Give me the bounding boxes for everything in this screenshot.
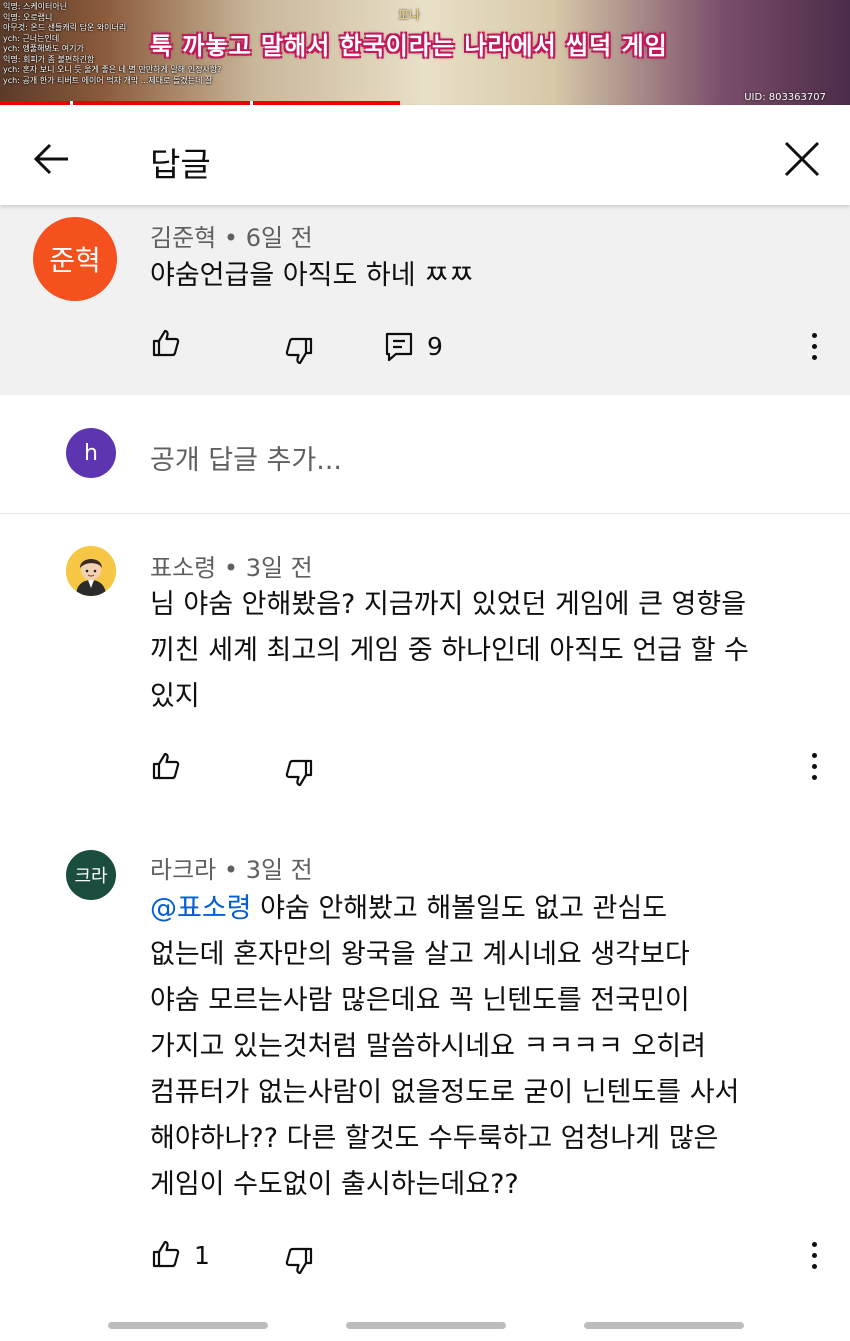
more-options-button[interactable] [810,1242,818,1272]
reply-input[interactable]: 공개 답글 추가... [150,438,342,477]
comment-line-text: 야숨 안해봤고 해볼일도 없고 관심도 [251,893,668,924]
avatar[interactable]: 준혁 [33,217,117,301]
thumbs-down-icon [285,337,313,365]
avatar[interactable] [66,546,116,596]
meta-separator: • [223,856,246,884]
more-vert-icon [811,753,817,758]
replies-button[interactable] [384,331,414,367]
cartoon-avatar-icon [66,546,116,596]
more-options-button[interactable] [810,753,818,783]
more-vert-icon [811,1242,817,1247]
like-button[interactable] [150,327,182,363]
dot [811,1253,817,1258]
comment-line: @표소령 야숨 안해봤고 해볼일도 없고 관심도 [150,886,739,932]
comment-text: @표소령 야숨 안해봤고 해볼일도 없고 관심도 없는데 혼자만의 왕국을 살고… [150,886,739,1208]
video-player[interactable]: 익명: 스케이터아닌 익명: 오로랩니 아무것: 온드 샌들캐릭 담운 와이너리… [0,0,850,105]
dislike-button[interactable] [283,757,315,793]
replies-header: 답글 [0,105,850,205]
comment-meta: 라크라 • 3일 전 [150,850,313,885]
chat-line: ych: 근너는인데 [3,33,60,43]
live-chat-overlay: 익명: 스케이터아닌 익명: 오로랩니 아무것: 온드 샌들캐릭 담운 와이너리… [0,0,221,105]
dislike-button[interactable] [283,1245,315,1281]
comment-author[interactable]: 김준혁 [150,224,216,252]
chat-line: ych: 공개 한가 티버트 에이어 먹자 개막 ...제대로 돌겠는데 잘 [3,75,213,85]
back-button[interactable] [30,137,74,181]
dot [811,355,817,360]
chat-line: ych: 혼자 보니 오니 듯 울게 좋은 네 별 만만하게 말해 인정사항? [3,65,222,74]
comment-age[interactable]: 3일 전 [246,856,313,884]
chat-line: 아무것: 온드 샌들캐릭 담운 와이너리 [3,23,127,32]
comment-age[interactable]: 6일 전 [246,224,313,252]
comment-author[interactable]: 표소령 [150,554,216,582]
user-mention-link[interactable]: @표소령 [150,893,252,924]
dot [811,764,817,769]
comment-icon [385,332,413,362]
video-subtitle: 툭 까놓고 말해서 한국이라는 나라에서 씹덕 게임 [150,32,668,60]
comment-author[interactable]: 라크라 [150,856,216,884]
meta-separator: • [223,554,246,582]
comment-line: 님 야숨 안해봤음? 지금까지 있었던 게임에 큰 영향을 [150,589,747,620]
comment-line: 게임이 수도없이 출시하는데요?? [150,1169,519,1200]
more-options-button[interactable] [810,333,818,363]
subtitle-speaker: 모나 [398,8,421,22]
chat-line: 익명: 오로랩니 [3,12,53,22]
thumbs-up-icon [152,1240,180,1268]
close-icon [784,141,820,177]
user-avatar[interactable]: h [66,428,116,478]
comment-line: 해야하나?? 다른 할것도 수두룩하고 엄청나게 많은 [150,1123,719,1154]
chat-line: ych: 엥풀해봐도 여기가 [3,44,84,53]
parent-comment: 준혁 김준혁 • 6일 전 야숨언급을 아직도 하네 ㅉㅉ 9 [0,205,850,395]
comment-text: 야숨언급을 아직도 하네 ㅉㅉ [150,260,474,291]
nav-handle[interactable] [346,1322,506,1329]
page-title: 답글 [150,145,211,184]
comment-line: 컴퓨터가 없는사람이 없을정도로 굳이 닌텐도를 사서 [150,1077,740,1108]
reply-count: 9 [427,332,443,361]
comment-text: 님 야숨 안해봤음? 지금까지 있었던 게임에 큰 영향을 끼친 세계 최고의 … [150,582,749,720]
dot [811,1264,817,1269]
comment-meta: 표소령 • 3일 전 [150,548,313,583]
comment-line: 야숨 모르는사람 많은데요 꼭 닌텐도를 전국민이 [150,985,690,1016]
comment-age[interactable]: 3일 전 [246,554,313,582]
nav-handle[interactable] [108,1322,268,1329]
comment-meta: 김준혁 • 6일 전 [150,218,313,253]
comment-line: 끼친 세계 최고의 게임 중 하나인데 아직도 언급 할 수 [150,635,749,666]
close-button[interactable] [780,137,824,181]
like-button[interactable] [150,1238,182,1274]
game-uid: UID: 803363707 [744,92,826,103]
thumbs-up-icon [152,329,180,357]
arrow-left-icon [33,143,68,175]
dislike-button[interactable] [283,335,315,371]
thumbs-down-icon [285,759,313,787]
comment-line: 없는데 혼자만의 왕국을 살고 계시네요 생각보다 [150,939,690,970]
system-nav-bar [0,1310,850,1341]
thumbs-down-icon [285,1247,313,1275]
comment-line: 있지 [150,681,200,712]
chat-line: 익명: 회피가 좀 불편하긴함 [3,54,95,64]
like-button[interactable] [150,750,182,786]
nav-handle[interactable] [584,1322,744,1329]
meta-separator: • [223,224,246,252]
thumbs-up-icon [152,752,180,780]
comment-line: 가지고 있는것처럼 말씀하시네요 ㅋㅋㅋㅋ 오히려 [150,1031,706,1062]
more-vert-icon [811,333,817,338]
avatar[interactable]: 크라 [66,850,116,900]
add-reply-row [0,395,850,514]
like-count: 1 [194,1241,210,1270]
chat-line: 익명: 스케이터아닌 [3,2,68,11]
dot [811,344,817,349]
dot [811,775,817,780]
